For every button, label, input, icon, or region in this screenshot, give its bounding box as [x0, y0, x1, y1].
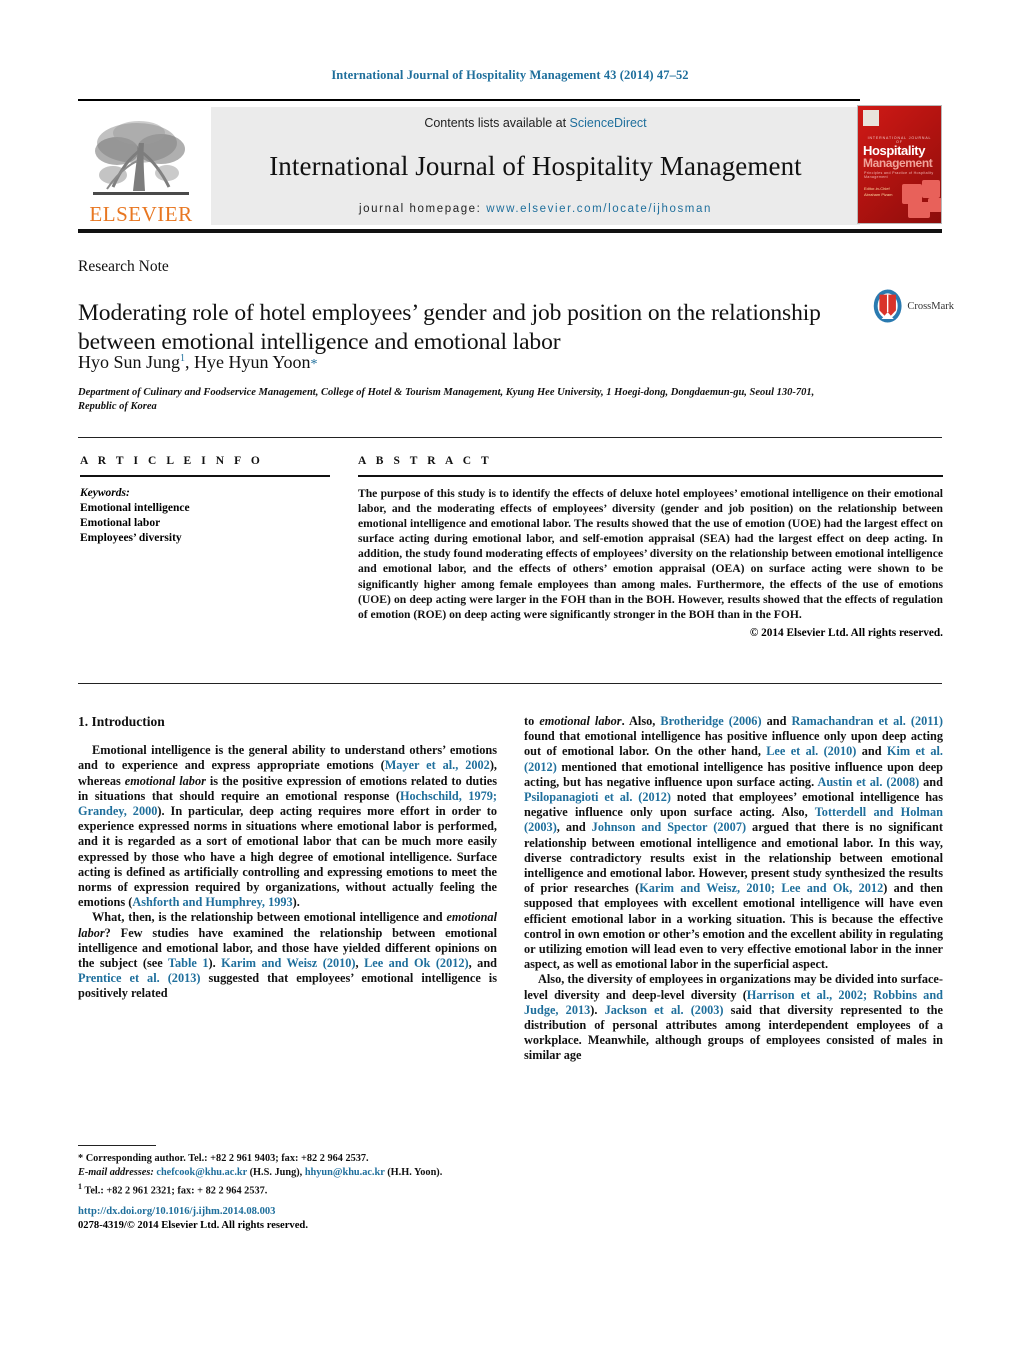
cover-editor: Editor-in-Chief Abraham Pizam [864, 186, 892, 197]
journal-article-page: International Journal of Hospitality Man… [0, 0, 1020, 1351]
crossmark-icon [873, 289, 902, 323]
author-name-2: Hye Hyun Yoon [194, 352, 311, 372]
paragraph: Also, the diversity of employees in orga… [524, 972, 943, 1063]
author-1-note-text: Tel.: +82 2 961 2321; fax: + 82 2 964 25… [84, 1185, 268, 1197]
elsevier-wordmark: ELSEVIER [89, 202, 193, 226]
body-column-right: to emotional labor. Also, Brotheridge (2… [524, 714, 943, 1064]
abstract-rule [358, 475, 943, 477]
footnote-separator-rule [78, 1145, 156, 1146]
article-info-rule [80, 475, 330, 477]
cover-puzzle-piece-4 [928, 198, 941, 212]
author-1-note: 1 Tel.: +82 2 961 2321; fax: + 82 2 964 … [78, 1180, 498, 1198]
abstract-body: The purpose of this study is to identify… [358, 487, 943, 621]
paragraph: Emotional intelligence is the general ab… [78, 743, 497, 910]
cover-editor-label: Editor-in-Chief [864, 186, 890, 191]
keyword-item: Employees’ diversity [80, 532, 182, 544]
elsevier-logo: ELSEVIER [80, 107, 202, 225]
cover-puzzle-piece-3 [908, 202, 930, 218]
author-name-1: Hyo Sun Jung [78, 352, 181, 372]
body-column-left: 1. Introduction Emotional intelligence i… [78, 714, 497, 1002]
journal-homepage-line: journal homepage: www.elsevier.com/locat… [359, 203, 712, 215]
corresponding-author-note: * Corresponding author. Tel.: +82 2 961 … [78, 1153, 369, 1164]
doi-link[interactable]: http://dx.doi.org/10.1016/j.ijhm.2014.08… [78, 1205, 508, 1219]
cover-title-line2: Management [863, 156, 933, 170]
email-owner-1: (H.S. Jung), [249, 1167, 303, 1178]
abstract-section: A B S T R A C T The purpose of this stud… [358, 455, 943, 639]
email-owner-2: (H.H. Yoon). [387, 1167, 443, 1178]
elsevier-tree-icon [93, 121, 189, 195]
cover-editor-name: Abraham Pizam [864, 191, 893, 197]
author-1-note-marker: 1 [78, 1182, 82, 1191]
running-head: International Journal of Hospitality Man… [331, 68, 689, 82]
crossmark-label: CrossMark [907, 300, 954, 312]
paragraph: to emotional labor. Also, Brotheridge (2… [524, 714, 943, 972]
email-link-2[interactable]: hhyun@khu.ac.kr [305, 1167, 385, 1178]
author-separator: , [185, 352, 195, 372]
keywords-label: Keywords: [80, 487, 130, 499]
journal-masthead: ELSEVIER Contents lists available at Sci… [78, 99, 942, 225]
journal-band: Contents lists available at ScienceDirec… [211, 107, 860, 225]
contents-available-line: Contents lists available at ScienceDirec… [424, 116, 646, 130]
crossmark-badge[interactable]: CrossMark [872, 283, 954, 329]
issn-copyright-line: 0278-4319/© 2014 Elsevier Ltd. All right… [78, 1220, 308, 1231]
author-list: Hyo Sun Jung1, Hye Hyun Yoon* [78, 352, 318, 373]
author-affiliation: Department of Culinary and Foodservice M… [78, 387, 815, 412]
cover-subtitle: Principles and Practice of Hospitality M… [864, 171, 934, 179]
cover-puzzle-piece-1 [902, 184, 922, 204]
article-info-heading: A R T I C L E I N F O [80, 455, 264, 467]
article-info-section: A R T I C L E I N F O Keywords: Emotiona… [80, 455, 330, 546]
email-link-1[interactable]: chefcook@khu.ac.kr [156, 1167, 247, 1178]
email-addresses-note: E-mail addresses: chefcook@khu.ac.kr (H.… [78, 1166, 498, 1180]
section-heading-introduction: 1. Introduction [78, 714, 165, 729]
keyword-item: Emotional labor [80, 517, 161, 529]
cover-puzzle-piece-2 [922, 180, 940, 198]
homepage-label: journal homepage: [359, 203, 482, 215]
journal-title: International Journal of Hospitality Man… [269, 151, 802, 181]
keyword-item: Emotional intelligence [80, 502, 190, 514]
email-addresses-label: E-mail addresses: [78, 1167, 154, 1178]
abstract-box-bottom-rule [78, 683, 942, 684]
abstract-heading: A B S T R A C T [358, 455, 493, 467]
contents-prefix: Contents lists available at [424, 116, 570, 130]
footer-identifiers: http://dx.doi.org/10.1016/j.ijhm.2014.08… [78, 1205, 508, 1233]
journal-cover-thumbnail: INTERNATIONAL JOURNAL OF Hospitality Man… [857, 105, 942, 224]
cover-elsevier-mark [863, 110, 879, 126]
paragraph: What, then, is the relationship between … [78, 910, 497, 1001]
masthead-top-rule [78, 99, 860, 101]
abstract-copyright: © 2014 Elsevier Ltd. All rights reserved… [749, 626, 943, 639]
footnote-block: * Corresponding author. Tel.: +82 2 961 … [78, 1152, 498, 1198]
masthead-bottom-rule [78, 229, 942, 233]
homepage-url-link[interactable]: www.elsevier.com/locate/ijhosman [486, 203, 712, 215]
corresponding-author-marker[interactable]: * [311, 357, 318, 372]
sciencedirect-link[interactable]: ScienceDirect [570, 116, 647, 130]
article-type-label: Research Note [78, 258, 169, 275]
abstract-box-top-rule [78, 437, 942, 438]
page-title: Moderating role of hotel employees’ gend… [78, 299, 821, 355]
